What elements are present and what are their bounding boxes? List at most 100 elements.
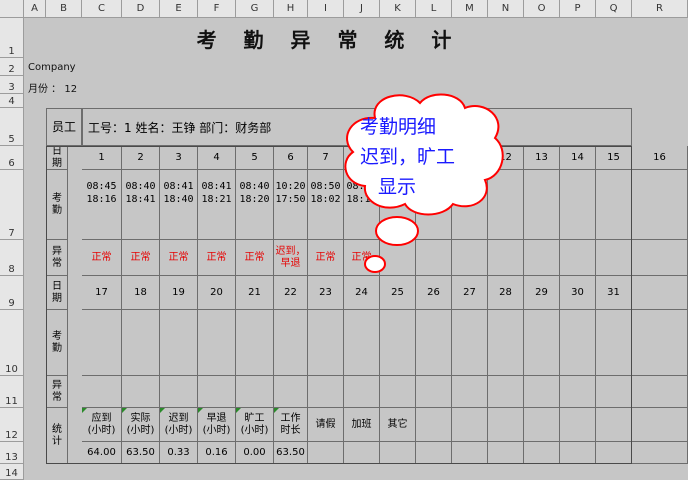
attendance-cell[interactable] (488, 310, 524, 376)
date-cell[interactable]: 29 (524, 276, 560, 310)
date-cell[interactable]: 15 (596, 146, 632, 170)
abnormal-cell[interactable]: 正常 (236, 240, 274, 276)
attendance-cell[interactable] (344, 310, 380, 376)
column-header-k[interactable]: K (380, 0, 416, 18)
column-header-m[interactable]: M (452, 0, 488, 18)
abnormal-cell[interactable] (308, 376, 344, 408)
abnormal-cell[interactable] (632, 376, 688, 408)
attendance-cell[interactable] (236, 310, 274, 376)
stats-value-cell[interactable] (380, 442, 416, 464)
column-header-r[interactable]: R (632, 0, 688, 18)
date-cell[interactable]: 27 (452, 276, 488, 310)
stats-header-cell[interactable]: 请假 (308, 408, 344, 442)
attendance-cell[interactable]: 08:45 18:16 (82, 170, 122, 240)
stats-value-cell[interactable] (560, 442, 596, 464)
attendance-cell[interactable] (596, 170, 632, 240)
abnormal-cell[interactable]: 正常 (82, 240, 122, 276)
stats-header-cell[interactable]: 实际 (小时) (122, 408, 160, 442)
row-header-5[interactable]: 5 (0, 108, 24, 146)
abnormal-cell[interactable] (416, 376, 452, 408)
stats-header-cell[interactable] (632, 408, 688, 442)
select-all-corner[interactable] (0, 0, 24, 18)
date-cell[interactable]: 17 (82, 276, 122, 310)
attendance-cell[interactable]: 08:40 18:20 (236, 170, 274, 240)
abnormal-cell[interactable] (524, 240, 560, 276)
row-header-7[interactable]: 7 (0, 170, 24, 240)
column-header-b[interactable]: B (46, 0, 82, 18)
date-cell[interactable]: 13 (524, 146, 560, 170)
date-cell[interactable]: 6 (274, 146, 308, 170)
date-cell[interactable]: 4 (198, 146, 236, 170)
abnormal-cell[interactable] (524, 376, 560, 408)
date-cell[interactable]: 16 (632, 146, 688, 170)
abnormal-cell[interactable] (122, 376, 160, 408)
date-cell[interactable]: 2 (122, 146, 160, 170)
column-header-q[interactable]: Q (596, 0, 632, 18)
stats-value-cell[interactable] (344, 442, 380, 464)
date-cell[interactable]: 22 (274, 276, 308, 310)
attendance-cell[interactable]: 10:20 17:50 (274, 170, 308, 240)
abnormal-cell[interactable] (560, 240, 596, 276)
date-cell[interactable]: 18 (122, 276, 160, 310)
stats-value-cell[interactable]: 64.00 (82, 442, 122, 464)
row-header-13[interactable]: 13 (0, 442, 24, 464)
stats-value-cell[interactable] (452, 442, 488, 464)
column-header-p[interactable]: P (560, 0, 596, 18)
date-cell[interactable]: 20 (198, 276, 236, 310)
company-cell[interactable]: Company (28, 62, 76, 73)
stats-value-cell[interactable] (632, 442, 688, 464)
stats-header-cell[interactable] (524, 408, 560, 442)
column-header-h[interactable]: H (274, 0, 308, 18)
abnormal-cell[interactable]: 正常 (160, 240, 198, 276)
attendance-cell[interactable] (82, 310, 122, 376)
row-header-14[interactable]: 14 (0, 464, 24, 480)
stats-value-cell[interactable]: 63.50 (274, 442, 308, 464)
date-cell[interactable]: 23 (308, 276, 344, 310)
row-header-4[interactable]: 4 (0, 94, 24, 108)
abnormal-cell[interactable] (632, 240, 688, 276)
attendance-cell[interactable] (274, 310, 308, 376)
abnormal-cell[interactable]: 正常 (122, 240, 160, 276)
stats-value-cell[interactable] (488, 442, 524, 464)
attendance-cell[interactable] (560, 310, 596, 376)
date-cell[interactable]: 5 (236, 146, 274, 170)
column-header-e[interactable]: E (160, 0, 198, 18)
abnormal-cell[interactable] (344, 376, 380, 408)
attendance-cell[interactable] (122, 310, 160, 376)
stats-header-cell[interactable]: 早退 (小时) (198, 408, 236, 442)
attendance-cell[interactable] (416, 310, 452, 376)
column-header-o[interactable]: O (524, 0, 560, 18)
stats-header-cell[interactable] (452, 408, 488, 442)
attendance-cell[interactable] (524, 310, 560, 376)
date-cell[interactable]: 30 (560, 276, 596, 310)
row-header-1[interactable]: 1 (0, 18, 24, 58)
abnormal-cell[interactable]: 迟到， 早退 (274, 240, 308, 276)
attendance-cell[interactable]: 08:41 18:40 (160, 170, 198, 240)
abnormal-cell[interactable] (160, 376, 198, 408)
attendance-cell[interactable] (160, 310, 198, 376)
column-header-f[interactable]: F (198, 0, 236, 18)
stats-header-cell[interactable]: 加班 (344, 408, 380, 442)
column-header-c[interactable]: C (82, 0, 122, 18)
stats-value-cell[interactable] (524, 442, 560, 464)
date-cell[interactable]: 24 (344, 276, 380, 310)
date-cell[interactable]: 14 (560, 146, 596, 170)
stats-value-cell[interactable]: 63.50 (122, 442, 160, 464)
abnormal-cell[interactable] (82, 376, 122, 408)
stats-value-cell[interactable]: 0.00 (236, 442, 274, 464)
date-cell[interactable]: 26 (416, 276, 452, 310)
attendance-cell[interactable]: 08:41 18:21 (198, 170, 236, 240)
row-header-3[interactable]: 3 (0, 76, 24, 94)
attendance-cell[interactable] (560, 170, 596, 240)
stats-header-cell[interactable] (416, 408, 452, 442)
stats-header-cell[interactable]: 其它 (380, 408, 416, 442)
abnormal-cell[interactable] (274, 376, 308, 408)
stats-value-cell[interactable] (308, 442, 344, 464)
stats-value-cell[interactable]: 0.33 (160, 442, 198, 464)
stats-header-cell[interactable]: 工作 时长 (274, 408, 308, 442)
column-header-g[interactable]: G (236, 0, 274, 18)
abnormal-cell[interactable] (198, 376, 236, 408)
row-header-9[interactable]: 9 (0, 276, 24, 310)
stats-header-cell[interactable]: 迟到 (小时) (160, 408, 198, 442)
column-header-l[interactable]: L (416, 0, 452, 18)
